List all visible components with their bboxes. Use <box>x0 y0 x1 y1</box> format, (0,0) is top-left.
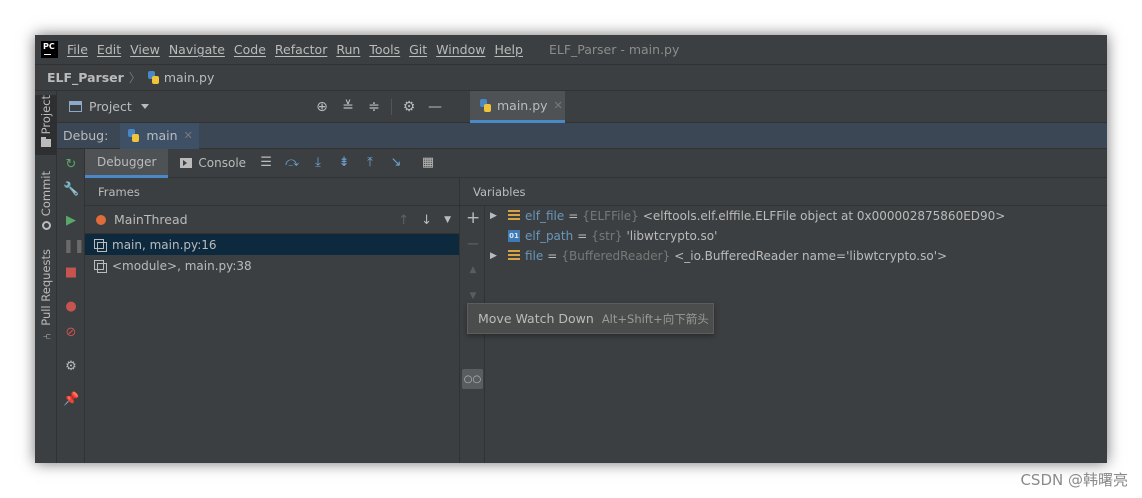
hide-minus-icon[interactable]: — <box>426 98 444 116</box>
step-over-icon[interactable]: ⤼ <box>284 155 300 171</box>
watches-toolbar: + − ▲ ▼ ○○ <box>460 206 485 463</box>
pin-icon[interactable]: 📌 <box>63 392 79 408</box>
stop-icon[interactable]: ■ <box>63 265 79 281</box>
project-toolbar-icons: ⊕ ≚ ≑ ⚙ — <box>313 91 452 123</box>
menu-run[interactable]: Run <box>336 42 360 57</box>
run-to-cursor-icon[interactable]: ↘ <box>388 155 404 171</box>
python-file-icon <box>147 71 160 84</box>
tab-console[interactable]: Console <box>168 149 258 178</box>
frames-panel: Frames MainThread ↑ ↓ ▼ main, main.py:16… <box>85 178 460 463</box>
rerun-icon[interactable]: ↻ <box>63 157 79 173</box>
move-watch-down-icon[interactable]: ▼ <box>466 289 480 303</box>
expand-arrow-icon[interactable]: ▶ <box>490 211 502 221</box>
evaluate-expression-icon[interactable]: ▦ <box>420 155 436 171</box>
project-toolbar: Project ⊕ ≚ ≑ ⚙ — main.py ✕ <box>57 91 1107 123</box>
editor-tab-main-py[interactable]: main.py ✕ <box>470 91 565 123</box>
debug-session-tab[interactable]: main ✕ <box>120 122 199 149</box>
left-tool-strip: Project Commit Pull Requests ⑂ <box>35 91 57 463</box>
menu-refactor[interactable]: Refactor <box>275 42 327 57</box>
add-watch-icon[interactable]: + <box>466 210 480 227</box>
pause-icon[interactable]: ❚❚ <box>63 239 85 255</box>
window-title: ELF_Parser - main.py <box>548 42 680 57</box>
side-tab-commit[interactable]: Commit <box>35 171 57 233</box>
menu-code[interactable]: Code <box>234 42 266 57</box>
arrow-up-icon[interactable]: ↑ <box>398 213 409 228</box>
expand-arrow-icon[interactable]: ▶ <box>490 251 502 261</box>
object-field-icon <box>508 250 520 262</box>
side-tab-pull-requests[interactable]: Pull Requests ⑂ <box>35 249 57 345</box>
menu-edit[interactable]: Edit <box>97 42 121 57</box>
project-window-icon <box>69 101 82 112</box>
breadcrumb: ELF_Parser 〉 main.py <box>35 64 1107 91</box>
object-field-icon <box>508 210 520 222</box>
menu-lines-icon[interactable]: ☰ <box>258 155 274 171</box>
python-file-icon <box>479 99 492 112</box>
frame-row[interactable]: main, main.py:16 <box>85 234 459 255</box>
locate-target-icon[interactable]: ⊕ <box>313 98 331 116</box>
settings-gear-icon[interactable]: ⚙ <box>63 359 79 375</box>
breadcrumb-file[interactable]: main.py <box>164 70 215 85</box>
breadcrumb-project[interactable]: ELF_Parser <box>47 70 124 85</box>
wrench-icon[interactable]: 🔧 <box>63 182 79 198</box>
debug-tool-window-header: Debug: main ✕ <box>57 122 1107 149</box>
commit-icon <box>41 221 51 231</box>
debug-action-strip: ↻ 🔧 ▶ ❚❚ ■ ● ⊘ ⚙ 📌 <box>57 149 85 463</box>
folder-icon <box>41 137 51 148</box>
arrow-down-icon[interactable]: ↓ <box>421 213 432 228</box>
resume-icon[interactable]: ▶ <box>63 213 79 229</box>
menu-bar: PC File Edit View Navigate Code Refactor… <box>35 35 1107 64</box>
move-watch-down-tooltip: Move Watch Down Alt+Shift+向下箭头 <box>467 303 714 334</box>
step-into-icon[interactable]: ⤓ <box>310 155 326 171</box>
string-field-icon: 01 <box>508 230 520 242</box>
thread-status-icon <box>96 214 106 225</box>
console-icon <box>180 158 193 168</box>
pull-request-icon: ⑂ <box>39 332 53 340</box>
mute-breakpoints-icon[interactable]: ⊘ <box>63 325 79 341</box>
variables-title: Variables <box>460 178 1107 206</box>
chevron-down-icon[interactable]: ▼ <box>444 215 451 225</box>
frame-row[interactable]: <module>, main.py:38 <box>85 255 459 276</box>
menu-git[interactable]: Git <box>409 42 427 57</box>
close-icon[interactable]: ✕ <box>554 99 563 112</box>
project-view-selector[interactable]: Project <box>89 99 132 114</box>
breadcrumb-separator-icon: 〉 <box>128 71 141 85</box>
menu-window[interactable]: Window <box>436 42 485 57</box>
watermark: CSDN @韩曙亮 <box>1020 471 1128 489</box>
stack-frame-icon <box>94 259 107 273</box>
menu-tools[interactable]: Tools <box>369 42 400 57</box>
menu-file[interactable]: File <box>67 42 88 57</box>
thread-selector[interactable]: MainThread ↑ ↓ ▼ <box>85 206 459 234</box>
step-out-icon[interactable]: ⤒ <box>362 155 378 171</box>
remove-watch-icon[interactable]: − <box>466 236 480 252</box>
chevron-down-icon[interactable] <box>140 104 149 109</box>
menu-navigate[interactable]: Navigate <box>169 42 225 57</box>
expand-all-icon[interactable]: ≚ <box>339 98 357 116</box>
variable-row[interactable]: ▶ file = {BufferedReader} <_io.BufferedR… <box>490 246 1100 266</box>
variable-row[interactable]: ▶ elf_file = {ELFFile} <elftools.elf.elf… <box>490 206 1100 226</box>
move-watch-up-icon[interactable]: ▲ <box>466 263 480 277</box>
tab-debugger[interactable]: Debugger <box>85 148 169 178</box>
pycharm-logo-icon: PC <box>41 41 58 58</box>
ide-window: PC File Edit View Navigate Code Refactor… <box>35 35 1107 463</box>
close-icon[interactable]: ✕ <box>184 129 193 142</box>
frames-title: Frames <box>85 178 459 206</box>
glasses-icon[interactable]: ○○ <box>462 369 483 389</box>
debugger-tabs: Debugger Console ☰ ⤼ ⤓ ⇟ ⤒ ↘ ▦ <box>85 148 1107 178</box>
variables-list: ▶ elf_file = {ELFFile} <elftools.elf.elf… <box>490 206 1100 266</box>
python-file-icon <box>127 129 140 142</box>
view-breakpoints-icon[interactable]: ● <box>63 299 79 315</box>
side-tab-project[interactable]: Project <box>35 95 57 155</box>
gear-icon[interactable]: ⚙ <box>400 98 418 116</box>
debug-label: Debug: <box>63 128 109 143</box>
variable-row[interactable]: 01 elf_path = {str} 'libwtcrypto.so' <box>490 226 1100 246</box>
stack-frame-icon <box>94 238 107 252</box>
step-into-my-code-icon[interactable]: ⇟ <box>336 155 352 171</box>
menu-view[interactable]: View <box>130 42 160 57</box>
toolbar-divider <box>391 99 392 115</box>
menu-help[interactable]: Help <box>494 42 523 57</box>
thread-nav: ↑ ↓ ▼ <box>386 206 451 234</box>
collapse-all-icon[interactable]: ≑ <box>365 98 383 116</box>
